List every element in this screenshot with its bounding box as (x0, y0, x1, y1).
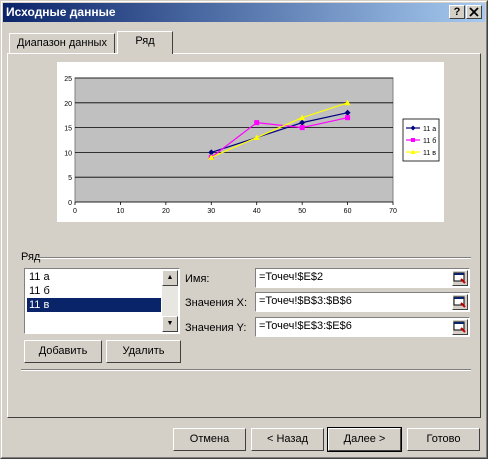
x-range-picker-button[interactable] (452, 294, 468, 310)
y-tick-label: 20 (64, 101, 72, 108)
y-tick-label: 15 (64, 126, 72, 133)
x-tick-label: 40 (253, 208, 261, 215)
legend-label: 11 в (423, 150, 436, 157)
chart-svg: 0 5 10 15 20 25 0 10 20 30 40 50 60 70 11 а 11 б 11 в (64, 76, 440, 215)
remove-series-label: Удалить (122, 345, 165, 357)
y-values-value: =Точеч!$E$3:$E$6 (259, 320, 352, 332)
add-series-button[interactable]: Добавить (24, 340, 102, 363)
legend-marker (411, 138, 415, 142)
y-values-field[interactable]: =Точеч!$E$3:$E$6 (255, 317, 470, 337)
series-list-item[interactable]: 11 б (27, 284, 161, 298)
y-range-picker-button[interactable] (452, 319, 468, 335)
remove-series-button[interactable]: Удалить (106, 340, 181, 363)
listbox-scrollbar[interactable]: ▲ ▼ (162, 270, 178, 332)
range-picker-icon (453, 272, 466, 284)
cancel-button[interactable]: Отмена (173, 428, 246, 451)
x-tick-label: 20 (162, 208, 170, 215)
scroll-up-button[interactable]: ▲ (162, 270, 178, 286)
tab-data-range-label: Диапазон данных (17, 37, 107, 49)
y-tick-label: 0 (68, 200, 72, 207)
y-tick-label: 10 (64, 150, 72, 157)
finish-label: Готово (426, 433, 461, 445)
x-tick-label: 30 (207, 208, 215, 215)
help-button[interactable]: ? (449, 5, 465, 19)
add-series-label: Добавить (38, 345, 88, 357)
y-tick-label: 25 (64, 76, 72, 83)
dialog-window: Исходные данные ? Диапазон данных Ряд 0 5… (0, 0, 488, 459)
window-title: Исходные данные (6, 5, 116, 19)
series-list-item[interactable]: 11 а (27, 270, 161, 284)
series-list-item-selected[interactable]: 11 в (27, 298, 161, 312)
name-label: Имя: (185, 273, 210, 285)
range-picker-icon (453, 321, 466, 333)
name-field[interactable]: =Точеч!$E$2 (255, 268, 470, 288)
x-values-field[interactable]: =Точеч!$B$3:$B$6 (255, 292, 470, 312)
title-bar[interactable]: Исходные данные ? (3, 3, 485, 22)
next-button[interactable]: Далее > (327, 427, 402, 452)
tab-data-range[interactable]: Диапазон данных (9, 33, 115, 53)
data-point (254, 120, 260, 126)
close-button[interactable] (466, 5, 482, 19)
series-listbox[interactable]: 11 а 11 б 11 в ▲ ▼ (24, 268, 180, 334)
name-range-picker-button[interactable] (452, 270, 468, 286)
range-picker-icon (453, 296, 466, 308)
data-point (345, 115, 351, 121)
x-values-label: Значения X: (185, 297, 248, 309)
name-field-value: =Точеч!$E$2 (259, 271, 324, 283)
scroll-up-icon: ▲ (166, 274, 174, 281)
tab-series-label: Ряд (135, 35, 155, 47)
scroll-down-icon: ▼ (166, 320, 174, 327)
y-tick-label: 5 (68, 175, 72, 182)
x-values-value: =Точеч!$B$3:$B$6 (259, 295, 352, 307)
close-icon (469, 7, 479, 17)
back-label: < Назад (267, 433, 308, 445)
cancel-label: Отмена (189, 433, 230, 445)
data-point (299, 125, 305, 131)
back-button[interactable]: < Назад (251, 428, 324, 451)
finish-button[interactable]: Готово (407, 428, 480, 451)
series-divider (38, 257, 471, 259)
x-tick-label: 70 (389, 208, 397, 215)
y-values-label: Значения Y: (185, 322, 247, 334)
tab-panel: 0 5 10 15 20 25 0 10 20 30 40 50 60 70 11 а 11 б 11 в Ря… (7, 53, 481, 418)
scroll-down-button[interactable]: ▼ (162, 316, 178, 332)
x-tick-label: 50 (298, 208, 306, 215)
legend-label: 11 а (423, 126, 436, 133)
next-label: Далее > (343, 433, 386, 445)
bottom-divider (21, 369, 471, 371)
x-tick-label: 0 (73, 208, 77, 215)
tab-series[interactable]: Ряд (117, 31, 173, 54)
legend-label: 11 б (423, 137, 436, 145)
x-tick-label: 60 (344, 208, 352, 215)
x-tick-label: 10 (117, 208, 125, 215)
chart-preview: 0 5 10 15 20 25 0 10 20 30 40 50 60 70 11 а 11 б 11 в (57, 62, 444, 222)
